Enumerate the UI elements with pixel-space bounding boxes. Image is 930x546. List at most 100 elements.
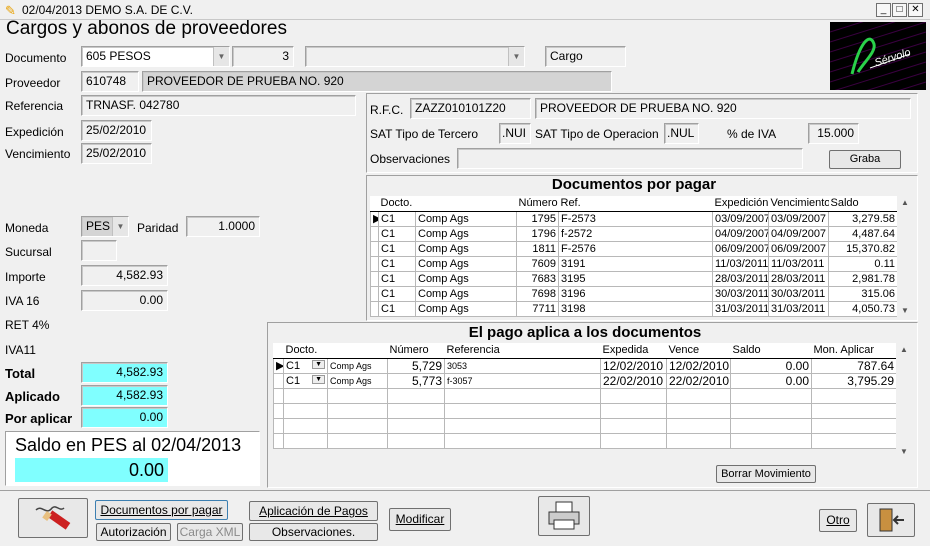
- col-vence[interactable]: Vence: [666, 343, 731, 359]
- cell-docto: C1 ▼: [283, 357, 328, 374]
- chevron-down-icon[interactable]: ▼: [508, 47, 524, 66]
- referencia-field[interactable]: TRNASF. 042780: [81, 95, 356, 116]
- chevron-down-icon[interactable]: ▼: [213, 47, 229, 66]
- row-selector[interactable]: ▶: [273, 357, 284, 374]
- pago-table-row[interactable]: [273, 432, 897, 449]
- docs-table-row[interactable]: C1 Comp Ags 7683 3195 28/03/2011 28/03/2011 2,…: [370, 270, 898, 287]
- sat-tercero-field[interactable]: .NUI: [499, 123, 531, 144]
- col-numero[interactable]: Número: [516, 196, 559, 212]
- pago-table-row[interactable]: [273, 387, 897, 404]
- row-selector[interactable]: [273, 372, 284, 389]
- row-selector[interactable]: [273, 432, 284, 449]
- graba-button[interactable]: Graba: [829, 150, 901, 169]
- col-saldo[interactable]: Saldo: [828, 196, 898, 212]
- chevron-down-icon[interactable]: ▼: [312, 374, 325, 384]
- pago-aplica-table[interactable]: Docto. Número Referencia Expedida Vence …: [273, 343, 897, 449]
- docs-table-row[interactable]: C1 Comp Ags 1796 f-2572 04/09/2007 04/09/2007…: [370, 225, 898, 242]
- scroll-down-icon[interactable]: ▼: [897, 304, 913, 318]
- iva-percent-field[interactable]: 15.000: [808, 123, 859, 144]
- row-selector[interactable]: [370, 255, 379, 272]
- docs-por-pagar-table[interactable]: Docto. Número Ref. Expedición Vencimient…: [370, 196, 898, 317]
- cell-mon-aplicar[interactable]: [811, 432, 897, 449]
- documento-extra-select[interactable]: ▼: [305, 46, 525, 67]
- row-selector[interactable]: [273, 402, 284, 419]
- paridad-field[interactable]: 1.0000: [186, 216, 260, 237]
- sucursal-field[interactable]: [81, 240, 117, 261]
- cell-mon-aplicar[interactable]: 787.64: [811, 357, 897, 374]
- col-expedicion[interactable]: Expedición: [712, 196, 769, 212]
- referencia-label: Referencia: [5, 99, 64, 113]
- row-selector[interactable]: [273, 417, 284, 434]
- carga-xml-button[interactable]: Carga XML: [177, 523, 243, 541]
- row-selector[interactable]: ▶: [370, 210, 379, 227]
- sat-operacion-field[interactable]: .NUL: [664, 123, 699, 144]
- col-docto[interactable]: Docto.: [283, 343, 328, 359]
- moneda-select[interactable]: PES ▼: [81, 216, 129, 237]
- row-selector[interactable]: [370, 300, 379, 317]
- print-button[interactable]: [538, 496, 590, 536]
- exit-button[interactable]: [867, 503, 915, 537]
- docs-table-row[interactable]: C1 Comp Ags 1811 F-2576 06/09/2007 06/09/2007…: [370, 240, 898, 257]
- cell-mon-aplicar[interactable]: [811, 417, 897, 434]
- col-saldo[interactable]: Saldo: [730, 343, 812, 359]
- row-selector[interactable]: [273, 387, 284, 404]
- col-expedida[interactable]: Expedida: [600, 343, 667, 359]
- row-selector[interactable]: [370, 240, 379, 257]
- firma-button[interactable]: [18, 498, 88, 538]
- cell-mon-aplicar[interactable]: [811, 387, 897, 404]
- minimize-button[interactable]: _: [876, 3, 891, 17]
- pago-table-row[interactable]: ▶C1▼Comp Ags5,729305312/02/201012/02/201…: [273, 357, 897, 374]
- proveedor-name-field: PROVEEDOR DE PRUEBA NO. 920: [142, 71, 612, 92]
- borrar-movimiento-button[interactable]: Borrar Movimiento: [716, 465, 816, 483]
- scroll-up-icon[interactable]: ▲: [896, 343, 912, 357]
- row-selector[interactable]: [370, 225, 379, 242]
- col-desc[interactable]: [327, 343, 388, 359]
- close-button[interactable]: ✕: [908, 3, 923, 17]
- documentos-por-pagar-button[interactable]: Documentos por pagar: [95, 500, 228, 520]
- importe-field[interactable]: 4,582.93: [81, 265, 168, 286]
- pago-table-row[interactable]: [273, 417, 897, 434]
- cell-numero: 7609: [516, 255, 559, 272]
- col-vencimiento[interactable]: Vencimiento: [768, 196, 829, 212]
- expedicion-field[interactable]: 25/02/2010: [81, 120, 152, 141]
- iva16-field[interactable]: 0.00: [81, 290, 168, 311]
- docs-table-row[interactable]: C1 Comp Ags 7609 3191 11/03/2011 11/03/2011 0.…: [370, 255, 898, 272]
- docs-scrollbar[interactable]: ▲ ▼: [897, 196, 913, 318]
- cell-saldo: 3,279.58: [828, 210, 898, 227]
- docs-table-row[interactable]: C1 Comp Ags 7711 3198 31/03/2011 31/03/2011 4,…: [370, 300, 898, 317]
- col-mon-aplicar[interactable]: Mon. Aplicar: [811, 343, 897, 359]
- cell-mon-aplicar[interactable]: [811, 402, 897, 419]
- col-desc[interactable]: [415, 196, 517, 212]
- observaciones-button[interactable]: Observaciones.: [249, 523, 378, 541]
- maximize-button[interactable]: □: [892, 3, 907, 17]
- docs-table-row[interactable]: C1 Comp Ags 7698 3196 30/03/2011 30/03/2011 31…: [370, 285, 898, 302]
- scroll-down-icon[interactable]: ▼: [896, 445, 912, 459]
- saldo-value: 0.00: [15, 458, 168, 482]
- cell-saldo: [730, 387, 812, 404]
- pago-table-row[interactable]: [273, 402, 897, 419]
- chevron-down-icon[interactable]: ▼: [312, 359, 325, 369]
- row-selector[interactable]: [370, 270, 379, 287]
- cell-desc: Comp Ags: [415, 285, 517, 302]
- pago-table-row[interactable]: C1 ▼ Comp Ags 5,773 f-3057 22/02/2010 22/02/20…: [273, 372, 897, 389]
- pago-scrollbar[interactable]: ▲ ▼: [896, 343, 912, 459]
- observaciones-field[interactable]: [457, 148, 803, 169]
- proveedor-code-field[interactable]: 610748: [81, 71, 139, 92]
- cell-vence: [666, 402, 731, 419]
- col-ref[interactable]: Ref.: [558, 196, 713, 212]
- vencimiento-field[interactable]: 25/02/2010: [81, 143, 152, 164]
- modificar-button[interactable]: Modificar: [389, 508, 451, 531]
- col-numero[interactable]: Número: [387, 343, 445, 359]
- aplicacion-pagos-button[interactable]: Aplicación de Pagos: [249, 501, 378, 521]
- scroll-up-icon[interactable]: ▲: [897, 196, 913, 210]
- autorizacion-button[interactable]: Autorización: [96, 523, 171, 541]
- cell-mon-aplicar[interactable]: 3,795.29: [811, 372, 897, 389]
- documento-select[interactable]: 605 PESOS ▼: [81, 46, 230, 67]
- col-docto[interactable]: Docto.: [378, 196, 416, 212]
- docs-table-row[interactable]: ▶C1Comp Ags1795F-257303/09/200703/09/200…: [370, 210, 898, 227]
- cell-ref: 3191: [558, 255, 713, 272]
- col-referencia[interactable]: Referencia: [444, 343, 601, 359]
- otro-button[interactable]: Otro: [819, 509, 857, 532]
- row-selector[interactable]: [370, 285, 379, 302]
- chevron-down-icon[interactable]: ▼: [112, 217, 128, 236]
